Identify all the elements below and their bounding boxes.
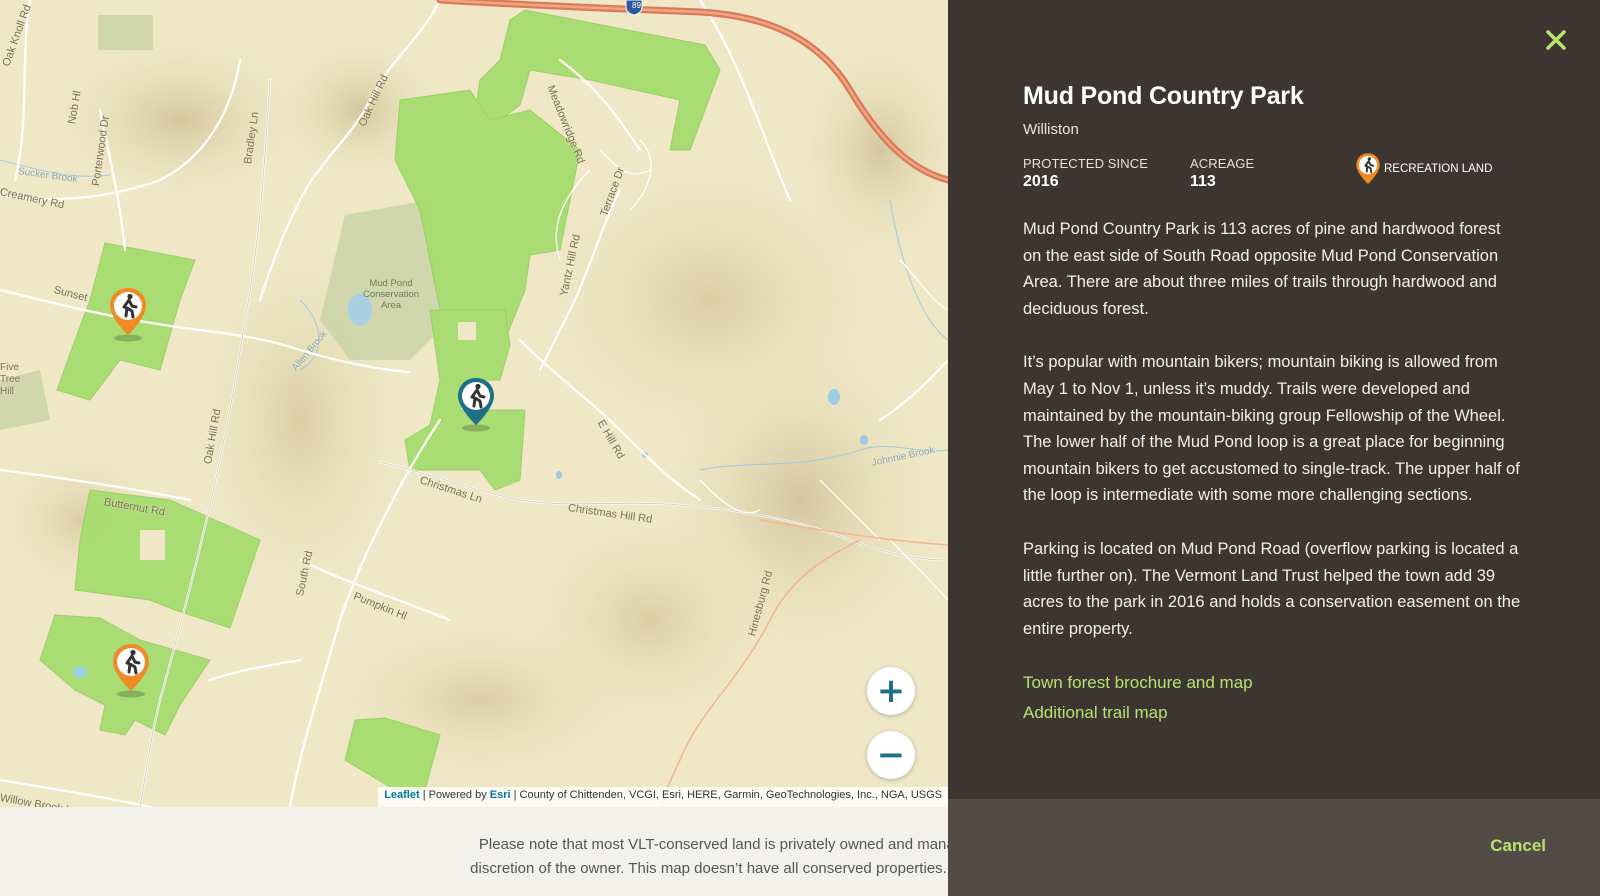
disclaimer-line-1: Please note that most VLT-conserved land…	[478, 836, 948, 853]
acreage-value: 113	[1190, 173, 1216, 190]
attribution-sources: | County of Chittenden, VCGI, Esri, HERE…	[510, 789, 942, 801]
map-canvas[interactable]: 89 Oak Knoll Rd Nob Hl Porterwood Dr Suc…	[0, 0, 948, 807]
recreation-land-badge: RECREATION LAND	[1355, 152, 1492, 186]
hill-label: Five Tree Hill	[0, 362, 21, 397]
disclaimer-line-2: discretion of the owner. This map doesn’…	[470, 860, 948, 877]
town-forest-brochure-link[interactable]: Town forest brochure and map	[1023, 668, 1523, 698]
property-links: Town forest brochure and map Additional …	[1023, 668, 1523, 728]
recreation-marker[interactable]	[108, 286, 148, 342]
property-detail-panel: Mud Pond Country Park Williston PROTECTE…	[948, 0, 1600, 896]
zoom-out-button[interactable]: −	[867, 731, 915, 779]
property-town: Williston	[1023, 121, 1079, 138]
disclaimer-text: Please note that most VLT-conserved land…	[441, 833, 948, 881]
description-paragraph: Mud Pond Country Park is 113 acres of pi…	[1023, 220, 1501, 318]
description-paragraph: Parking is located on Mud Pond Road (ove…	[1023, 539, 1521, 638]
hiker-pin-icon	[458, 378, 494, 432]
conservation-area-label: Mud Pond Conservation Area	[363, 278, 419, 311]
app-root: 89 Oak Knoll Rd Nob Hl Porterwood Dr Suc…	[0, 0, 1600, 896]
panel-footer: Cancel	[948, 799, 1600, 896]
map-disclaimer: Please note that most VLT-conserved land…	[0, 807, 948, 896]
acreage-stat: ACREAGE 113	[1190, 156, 1254, 191]
panel-content: Mud Pond Country Park Williston PROTECTE…	[1023, 82, 1523, 728]
protected-since-value: 2016	[1023, 173, 1059, 190]
attribution-text: | Powered by	[419, 789, 490, 801]
plus-icon: +	[876, 671, 906, 711]
protected-since-label: PROTECTED SINCE	[1023, 156, 1149, 171]
close-button[interactable]	[1542, 26, 1570, 54]
esri-link[interactable]: Esri	[490, 789, 511, 801]
recreation-marker[interactable]	[111, 642, 151, 698]
hiker-pin-icon	[110, 288, 146, 342]
property-title: Mud Pond Country Park	[1023, 82, 1304, 110]
leaflet-link[interactable]: Leaflet	[384, 789, 419, 801]
property-stats: PROTECTED SINCE 2016 ACREAGE 113 RECREAT…	[1023, 153, 1523, 202]
acreage-label: ACREAGE	[1190, 156, 1255, 171]
highway-shield-label: 89	[632, 1, 641, 10]
description-paragraph: It’s popular with mountain bikers; mount…	[1023, 353, 1520, 505]
additional-trail-map-link[interactable]: Additional trail map	[1023, 698, 1523, 728]
hiker-pin-icon	[1356, 153, 1380, 184]
close-icon	[1546, 30, 1566, 50]
selected-marker[interactable]	[456, 376, 496, 432]
recreation-land-label: RECREATION LAND	[1384, 163, 1493, 175]
hiker-pin-icon	[113, 644, 149, 698]
map-attribution: Leaflet | Powered by Esri | County of Ch…	[378, 787, 948, 807]
zoom-in-button[interactable]: +	[867, 667, 915, 715]
protected-since-stat: PROTECTED SINCE 2016	[1023, 156, 1148, 191]
minus-icon: −	[876, 735, 906, 775]
cancel-button[interactable]: Cancel	[1490, 836, 1546, 856]
property-description: Mud Pond Country Park is 113 acres of pi…	[1023, 216, 1523, 642]
